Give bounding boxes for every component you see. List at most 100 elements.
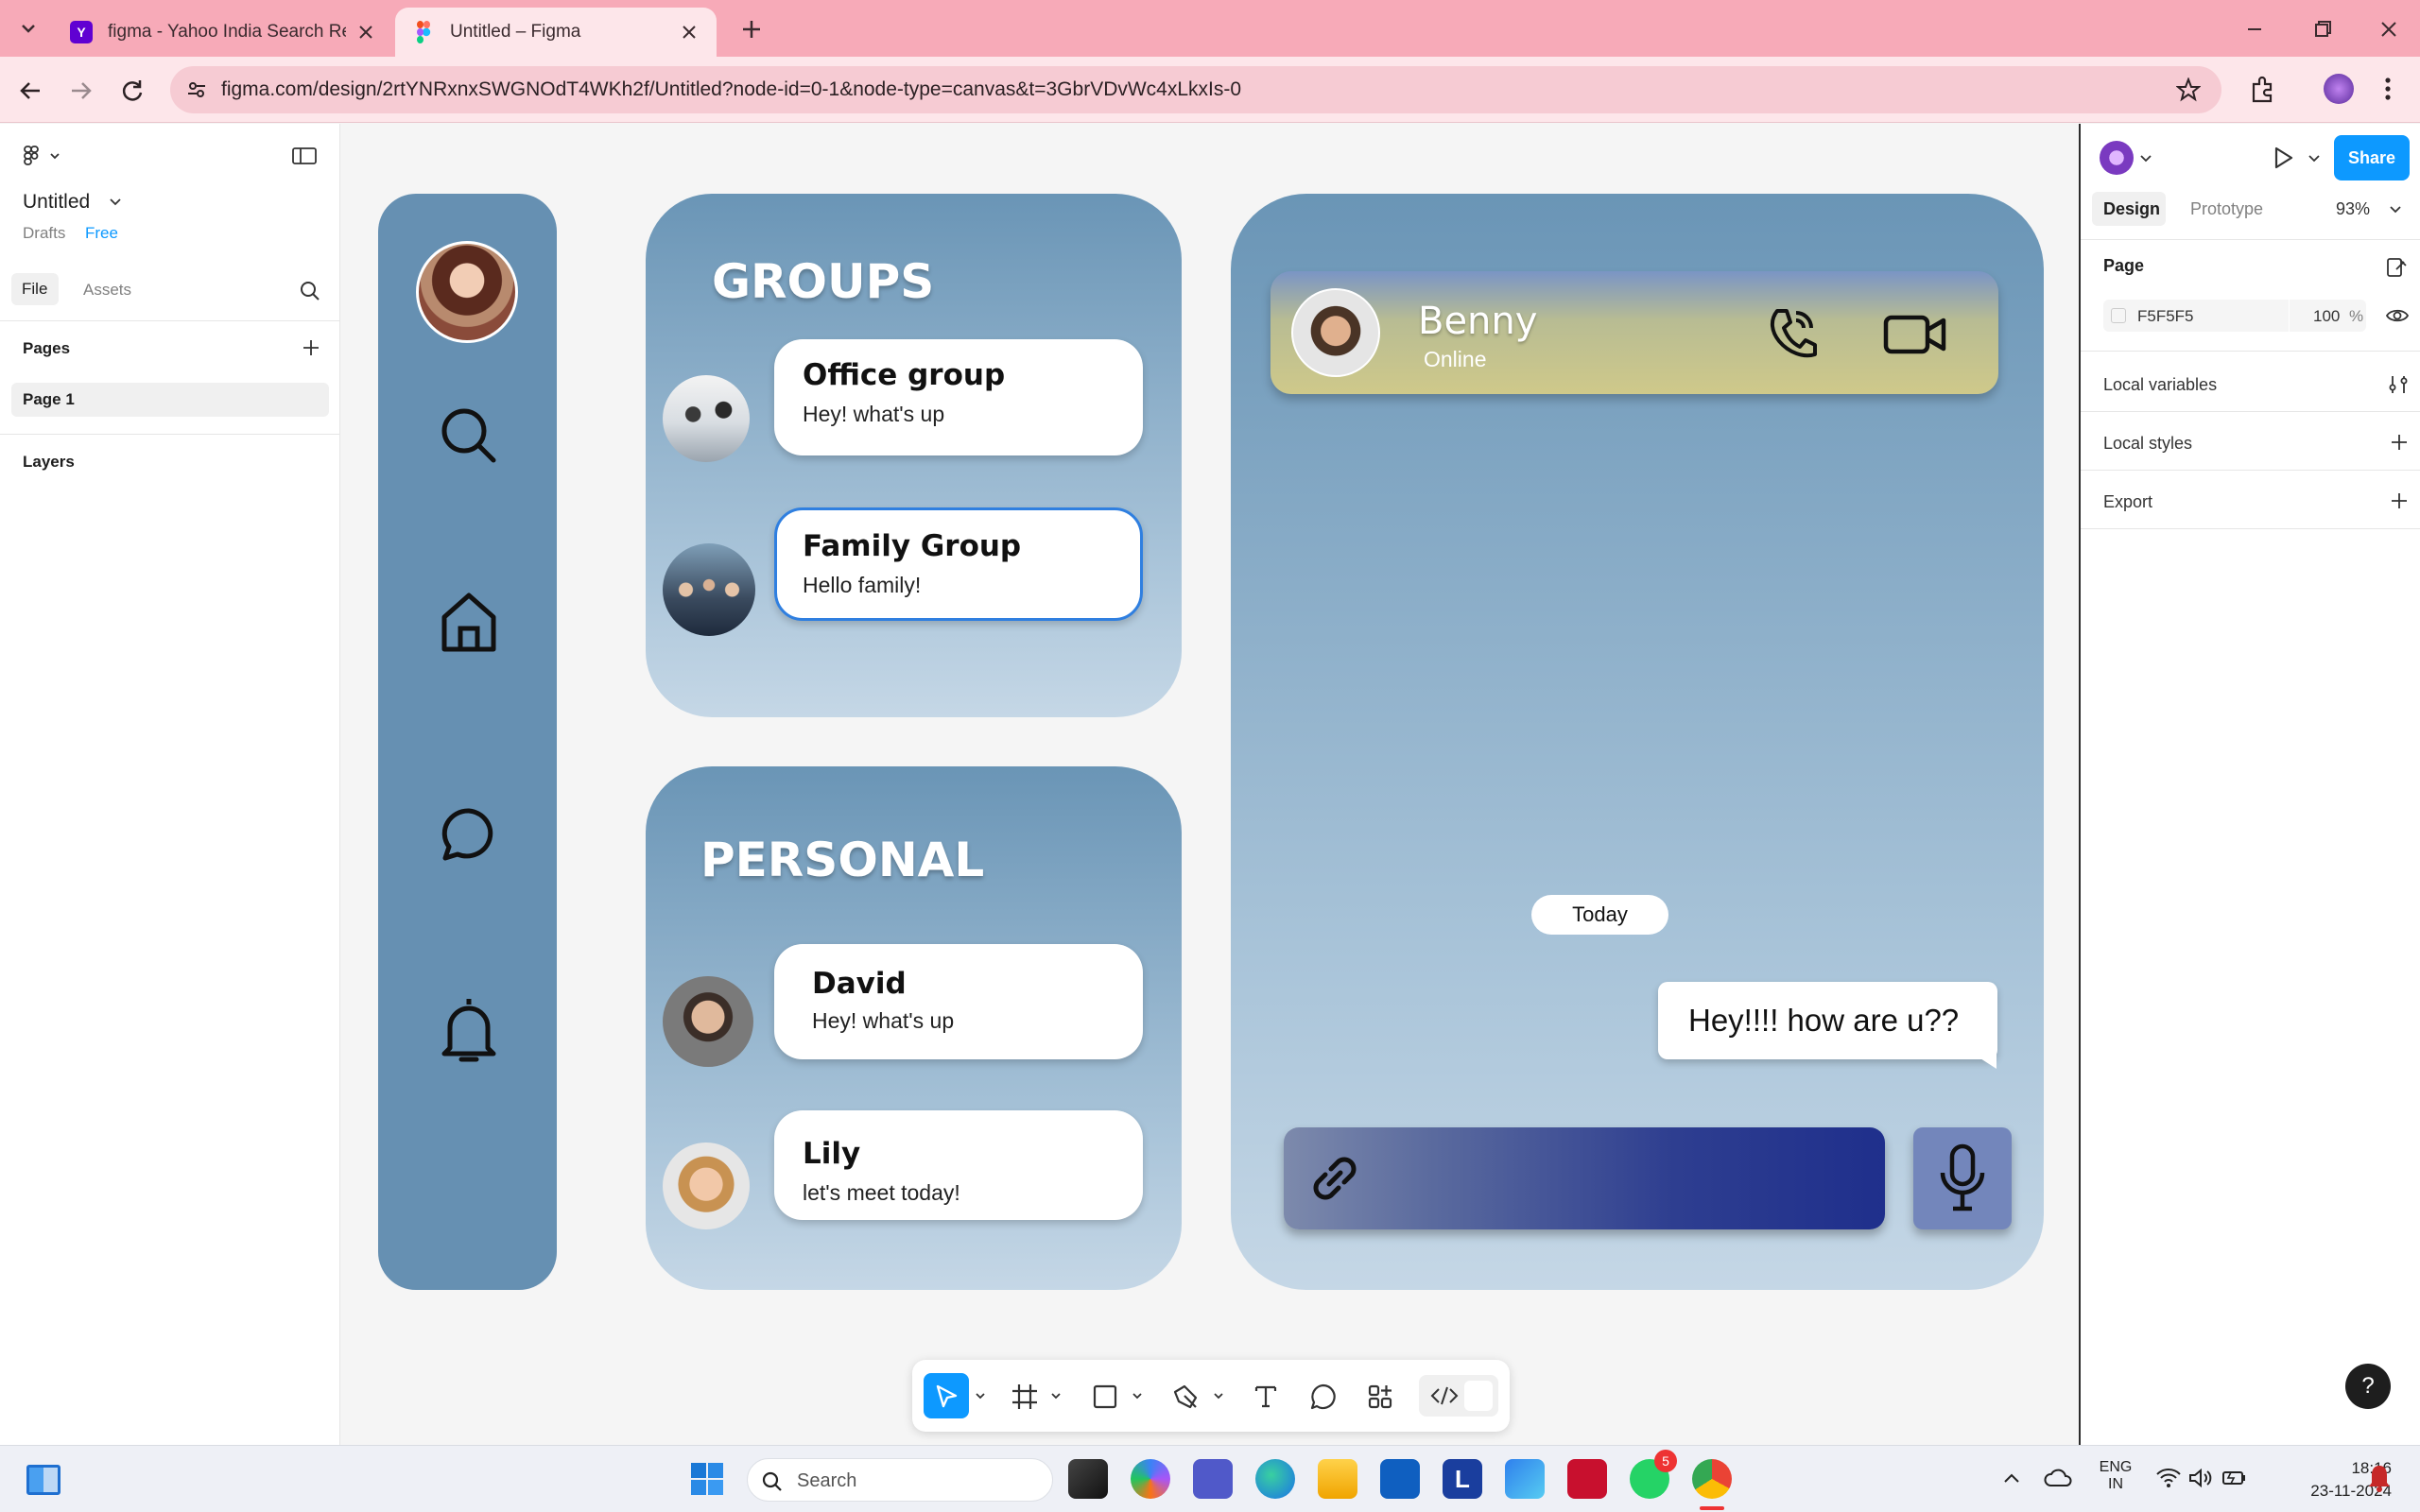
chat-item-david[interactable]: David Hey! what's up — [774, 944, 1143, 1059]
close-window-icon[interactable] — [2375, 15, 2403, 43]
chat-item-office-group[interactable]: Office group Hey! what's up — [774, 339, 1143, 455]
plan-badge[interactable]: Free — [85, 224, 118, 243]
microsoft-store-icon[interactable] — [1380, 1459, 1420, 1499]
avatar-chevron-icon[interactable] — [2139, 154, 2152, 163]
reload-icon[interactable] — [117, 76, 147, 106]
file-title[interactable]: Untitled — [23, 191, 90, 214]
chat-window-card[interactable]: Benny Online Today Hey!!!! how are u?? — [1231, 194, 2044, 1290]
copilot-icon[interactable] — [1131, 1459, 1170, 1499]
close-tab-icon[interactable] — [355, 22, 376, 43]
figma-main-menu-icon[interactable] — [23, 145, 64, 167]
local-styles-label[interactable]: Local styles — [2103, 434, 2192, 454]
add-export-icon[interactable] — [2389, 490, 2410, 511]
page-item-page-1[interactable]: Page 1 — [11, 383, 329, 417]
actions-tool-icon[interactable] — [1366, 1383, 1394, 1411]
rectangle-tool-icon[interactable] — [1092, 1383, 1118, 1410]
help-button[interactable]: ? — [2345, 1364, 2391, 1409]
export-label[interactable]: Export — [2103, 492, 2152, 512]
frame-tool-chevron-icon[interactable] — [1050, 1392, 1062, 1401]
paint-app-icon[interactable] — [1505, 1459, 1545, 1499]
new-tab-icon[interactable] — [737, 15, 766, 43]
file-explorer-icon[interactable] — [1318, 1459, 1357, 1499]
nav-rail-frame[interactable] — [378, 194, 557, 1290]
video-call-icon[interactable] — [1883, 315, 1947, 354]
page-styles-icon[interactable] — [2385, 256, 2408, 279]
tab-assets[interactable]: Assets — [83, 281, 131, 300]
zoom-level[interactable]: 93% — [2336, 199, 2370, 219]
address-bar[interactable]: figma.com/design/2rtYNRxnxSWGNOdT4WKh2f/… — [170, 66, 2221, 113]
pen-tool-icon[interactable] — [1171, 1383, 1200, 1411]
add-style-icon[interactable] — [2389, 432, 2410, 453]
mcafee-icon[interactable] — [1567, 1459, 1607, 1499]
whatsapp-icon[interactable]: 5 — [1630, 1450, 1677, 1499]
onedrive-icon[interactable] — [2044, 1467, 2072, 1491]
tab-search-dropdown-icon[interactable] — [15, 15, 42, 42]
forward-icon[interactable] — [66, 76, 96, 106]
tab-figma-untitled[interactable]: Untitled – Figma — [395, 8, 717, 57]
move-tool-chevron-icon[interactable] — [975, 1392, 986, 1401]
url-text[interactable]: figma.com/design/2rtYNRxnxSWGNOdT4WKh2f/… — [221, 78, 1241, 101]
contact-avatar[interactable] — [1291, 288, 1380, 377]
browser-menu-icon[interactable] — [2378, 74, 2397, 104]
bell-icon[interactable] — [439, 995, 499, 1065]
personal-card[interactable]: PERSONAL David Hey! what's up Lily let's… — [646, 766, 1182, 1290]
extensions-icon[interactable] — [2248, 75, 2278, 105]
volume-icon[interactable] — [2187, 1467, 2214, 1489]
profile-avatar[interactable] — [2324, 74, 2354, 104]
microphone-button[interactable] — [1913, 1127, 2012, 1229]
close-tab-icon[interactable] — [679, 22, 700, 43]
page-background-field[interactable]: F5F5F5 100 % — [2103, 300, 2366, 332]
l-app-icon[interactable]: L — [1443, 1459, 1482, 1499]
back-icon[interactable] — [15, 76, 45, 106]
task-view-icon[interactable] — [1068, 1459, 1108, 1499]
user-avatar[interactable] — [416, 241, 518, 343]
show-hidden-icons-icon[interactable] — [2002, 1470, 2021, 1486]
teams-icon[interactable] — [1193, 1459, 1233, 1499]
local-variables-label[interactable]: Local variables — [2103, 375, 2217, 395]
language-indicator[interactable]: ENG IN — [2095, 1459, 2136, 1493]
bookmark-star-icon[interactable] — [2176, 77, 2201, 102]
background-opacity[interactable]: 100 — [2313, 307, 2340, 326]
minimize-window-icon[interactable] — [2240, 15, 2269, 43]
restore-window-icon[interactable] — [2308, 15, 2337, 43]
comment-tool-icon[interactable] — [1309, 1383, 1338, 1411]
shape-tool-chevron-icon[interactable] — [1132, 1392, 1143, 1401]
file-title-chevron-icon[interactable] — [108, 196, 123, 209]
drafts-label[interactable]: Drafts — [23, 224, 65, 243]
message-input[interactable] — [1284, 1127, 1885, 1229]
chat-item-lily[interactable]: Lily let's meet today! — [774, 1110, 1143, 1220]
widgets-icon[interactable] — [26, 1465, 60, 1495]
figma-canvas[interactable]: GROUPS Office group Hey! what's up Famil… — [341, 124, 2080, 1445]
taskbar-search-box[interactable]: Search — [747, 1458, 1053, 1502]
text-tool-icon[interactable] — [1253, 1383, 1279, 1409]
add-page-icon[interactable] — [301, 337, 321, 358]
groups-card[interactable]: GROUPS Office group Hey! what's up Famil… — [646, 194, 1182, 717]
color-swatch[interactable] — [2111, 308, 2126, 323]
present-chevron-icon[interactable] — [2308, 154, 2321, 163]
windows-start-icon[interactable] — [690, 1462, 724, 1496]
wifi-icon[interactable] — [2155, 1467, 2182, 1489]
move-tool-button[interactable] — [924, 1373, 969, 1418]
phone-icon[interactable] — [1766, 305, 1819, 362]
tab-prototype[interactable]: Prototype — [2190, 199, 2263, 219]
user-avatar-small[interactable] — [2100, 141, 2134, 175]
chrome-icon[interactable] — [1692, 1459, 1732, 1499]
chat-icon[interactable] — [441, 806, 497, 863]
toggle-sidebar-icon[interactable] — [291, 146, 318, 165]
search-icon[interactable] — [439, 405, 499, 466]
edge-icon[interactable] — [1255, 1459, 1295, 1499]
present-play-icon[interactable] — [2270, 145, 2296, 171]
attach-link-icon[interactable] — [1303, 1146, 1367, 1211]
eye-icon[interactable] — [2385, 303, 2410, 328]
site-settings-icon[interactable] — [185, 78, 208, 101]
background-hex[interactable]: F5F5F5 — [2137, 307, 2194, 326]
dev-mode-toggle[interactable] — [1419, 1375, 1498, 1417]
battery-icon[interactable] — [2221, 1467, 2248, 1489]
search-layers-icon[interactable] — [299, 280, 321, 302]
pen-tool-chevron-icon[interactable] — [1213, 1392, 1224, 1401]
tab-yahoo-search[interactable]: Y figma - Yahoo India Search Resu — [53, 8, 393, 57]
frame-tool-icon[interactable] — [1011, 1383, 1039, 1411]
home-icon[interactable] — [439, 591, 499, 653]
chat-item-family-group[interactable]: Family Group Hello family! — [774, 507, 1143, 621]
tab-design[interactable]: Design — [2092, 192, 2166, 226]
